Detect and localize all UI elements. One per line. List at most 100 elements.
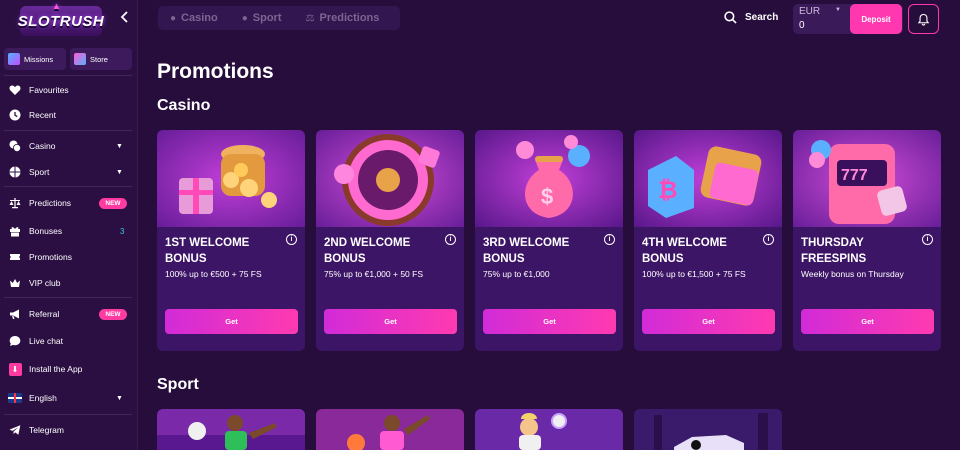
tab-label: Predictions	[319, 12, 380, 24]
card-title: THURSDAY FREESPINS	[801, 237, 867, 265]
sidebar-item-install-app[interactable]: ⬇ Install the App	[0, 357, 138, 381]
info-icon[interactable]: i	[286, 234, 297, 245]
divider	[4, 75, 132, 76]
sidebar-item-bonuses[interactable]: Bonuses 3	[0, 219, 138, 243]
promo-card: 777 THURSDAY FREESPINS i Weekly bonus on…	[793, 130, 941, 351]
chevron-left-icon	[120, 11, 128, 23]
sidebar-item-predictions[interactable]: Predictions NEW	[0, 191, 138, 215]
sport-promo-card[interactable]	[634, 409, 782, 450]
sidebar-item-label: Referral	[29, 309, 60, 319]
get-bonus-button[interactable]: Get	[642, 309, 775, 334]
sidebar-item-casino[interactable]: Casino ▼	[0, 134, 138, 158]
promo-card: $ 3RD WELCOME BONUS i 75% up to €1,000 G…	[475, 130, 623, 351]
store-label: Store	[90, 54, 108, 64]
sidebar-item-label: Promotions	[29, 252, 72, 262]
racing-car-image	[634, 409, 782, 450]
notifications-button[interactable]	[908, 4, 939, 34]
balance-amount: 0	[799, 20, 805, 31]
card-title: 3RD WELCOME BONUS	[483, 237, 570, 265]
megaphone-icon	[8, 307, 22, 321]
sidebar-item-label: Predictions	[29, 198, 72, 208]
sidebar-item-referral[interactable]: Referral NEW	[0, 302, 138, 326]
card-description: 75% up to €1,000	[483, 269, 550, 279]
info-icon[interactable]: i	[604, 234, 615, 245]
card-description: 100% up to €500 + 75 FS	[165, 269, 262, 279]
sidebar-item-label: VIP club	[29, 278, 61, 288]
get-bonus-button[interactable]: Get	[483, 309, 616, 334]
sport-promo-card[interactable]	[157, 409, 305, 450]
sport-promo-card[interactable]	[475, 409, 623, 450]
info-icon[interactable]: i	[922, 234, 933, 245]
bonuses-count: 3	[120, 226, 125, 236]
promo-card: 1ST WELCOME BONUS i 100% up to €500 + 75…	[157, 130, 305, 351]
divider	[4, 414, 132, 415]
money-bag-image: $	[475, 130, 623, 227]
tennis-player-image	[475, 409, 623, 450]
get-bonus-button[interactable]: Get	[324, 309, 457, 334]
get-bonus-button[interactable]: Get	[165, 309, 298, 334]
roulette-wheel-image	[316, 130, 464, 227]
download-icon: ⬇	[8, 362, 22, 376]
bell-icon	[917, 13, 930, 26]
get-bonus-button[interactable]: Get	[801, 309, 934, 334]
page-title: Promotions	[157, 60, 274, 83]
quick-actions: Missions Store	[4, 48, 132, 70]
football-player-image	[157, 409, 305, 450]
card-description: 75% up to €1,000 + 50 FS	[324, 269, 424, 279]
top-header: ● Casino ● Sport ⚖ Predictions Search EU…	[138, 0, 960, 40]
sidebar-item-label: Live chat	[29, 336, 64, 346]
scales-icon	[8, 196, 22, 210]
search-icon	[724, 11, 737, 24]
svg-text:$: $	[541, 184, 553, 209]
sidebar-item-label: Sport	[29, 167, 50, 177]
info-icon[interactable]: i	[445, 234, 456, 245]
sidebar-item-telegram[interactable]: Telegram	[0, 418, 138, 442]
tab-predictions[interactable]: ⚖ Predictions	[294, 12, 392, 24]
card-description: 100% up to €1,500 + 75 FS	[642, 269, 746, 279]
card-title: 4TH WELCOME BONUS	[642, 237, 727, 265]
language-selector[interactable]: English ▼	[0, 386, 138, 410]
store-button[interactable]: Store	[70, 48, 132, 70]
tab-casino[interactable]: ● Casino	[158, 12, 230, 24]
sidebar-item-recent[interactable]: Recent	[0, 103, 138, 127]
crypto-wallet-image: ₿	[634, 130, 782, 227]
top-tabs: ● Casino ● Sport ⚖ Predictions	[158, 6, 400, 30]
new-badge: NEW	[99, 198, 127, 209]
tab-label: Sport	[252, 12, 282, 24]
sidebar-item-label: Install the App	[29, 364, 83, 374]
sidebar-item-favourites[interactable]: Favourites	[0, 78, 138, 102]
missions-label: Missions	[24, 54, 54, 64]
promo-card: 2ND WELCOME BONUS i 75% up to €1,000 + 5…	[316, 130, 464, 351]
basketball-player-image	[316, 409, 464, 450]
card-description: Weekly bonus on Thursday	[801, 269, 904, 279]
chevron-down-icon: ▼	[116, 142, 123, 150]
sidebar-item-live-chat[interactable]: Live chat	[0, 329, 138, 353]
tab-sport[interactable]: ● Sport	[230, 12, 294, 24]
search-button[interactable]: Search	[724, 11, 778, 24]
sidebar-item-label: Telegram	[29, 425, 64, 435]
deposit-button[interactable]: Deposit	[850, 4, 902, 34]
sidebar-item-sport[interactable]: Sport ▼	[0, 160, 138, 184]
card-title: 1ST WELCOME BONUS	[165, 237, 250, 265]
card-title: 2ND WELCOME BONUS	[324, 237, 411, 265]
gift-icon	[8, 224, 22, 238]
divider	[4, 186, 132, 187]
sidebar-item-vip-club[interactable]: VIP club	[0, 271, 138, 295]
store-icon	[74, 53, 86, 65]
new-badge: NEW	[99, 309, 127, 320]
casino-section-title: Casino	[157, 97, 211, 114]
missions-button[interactable]: Missions	[4, 48, 66, 70]
chevron-down-icon: ▼	[835, 7, 841, 13]
heart-icon	[8, 83, 22, 97]
currency-label: EUR	[799, 6, 821, 17]
crown-icon	[8, 276, 22, 290]
ticket-icon	[8, 250, 22, 264]
slot-machine-image: 777	[793, 130, 941, 227]
casino-chips-icon: ●	[170, 12, 177, 24]
ball-icon: ●	[241, 12, 248, 24]
info-icon[interactable]: i	[763, 234, 774, 245]
sidebar-item-promotions[interactable]: Promotions	[0, 245, 138, 269]
sport-promo-card[interactable]	[316, 409, 464, 450]
collapse-sidebar-button[interactable]	[117, 10, 133, 26]
slotrush-logo[interactable]: ▲ SLOTRUSH	[18, 1, 104, 36]
